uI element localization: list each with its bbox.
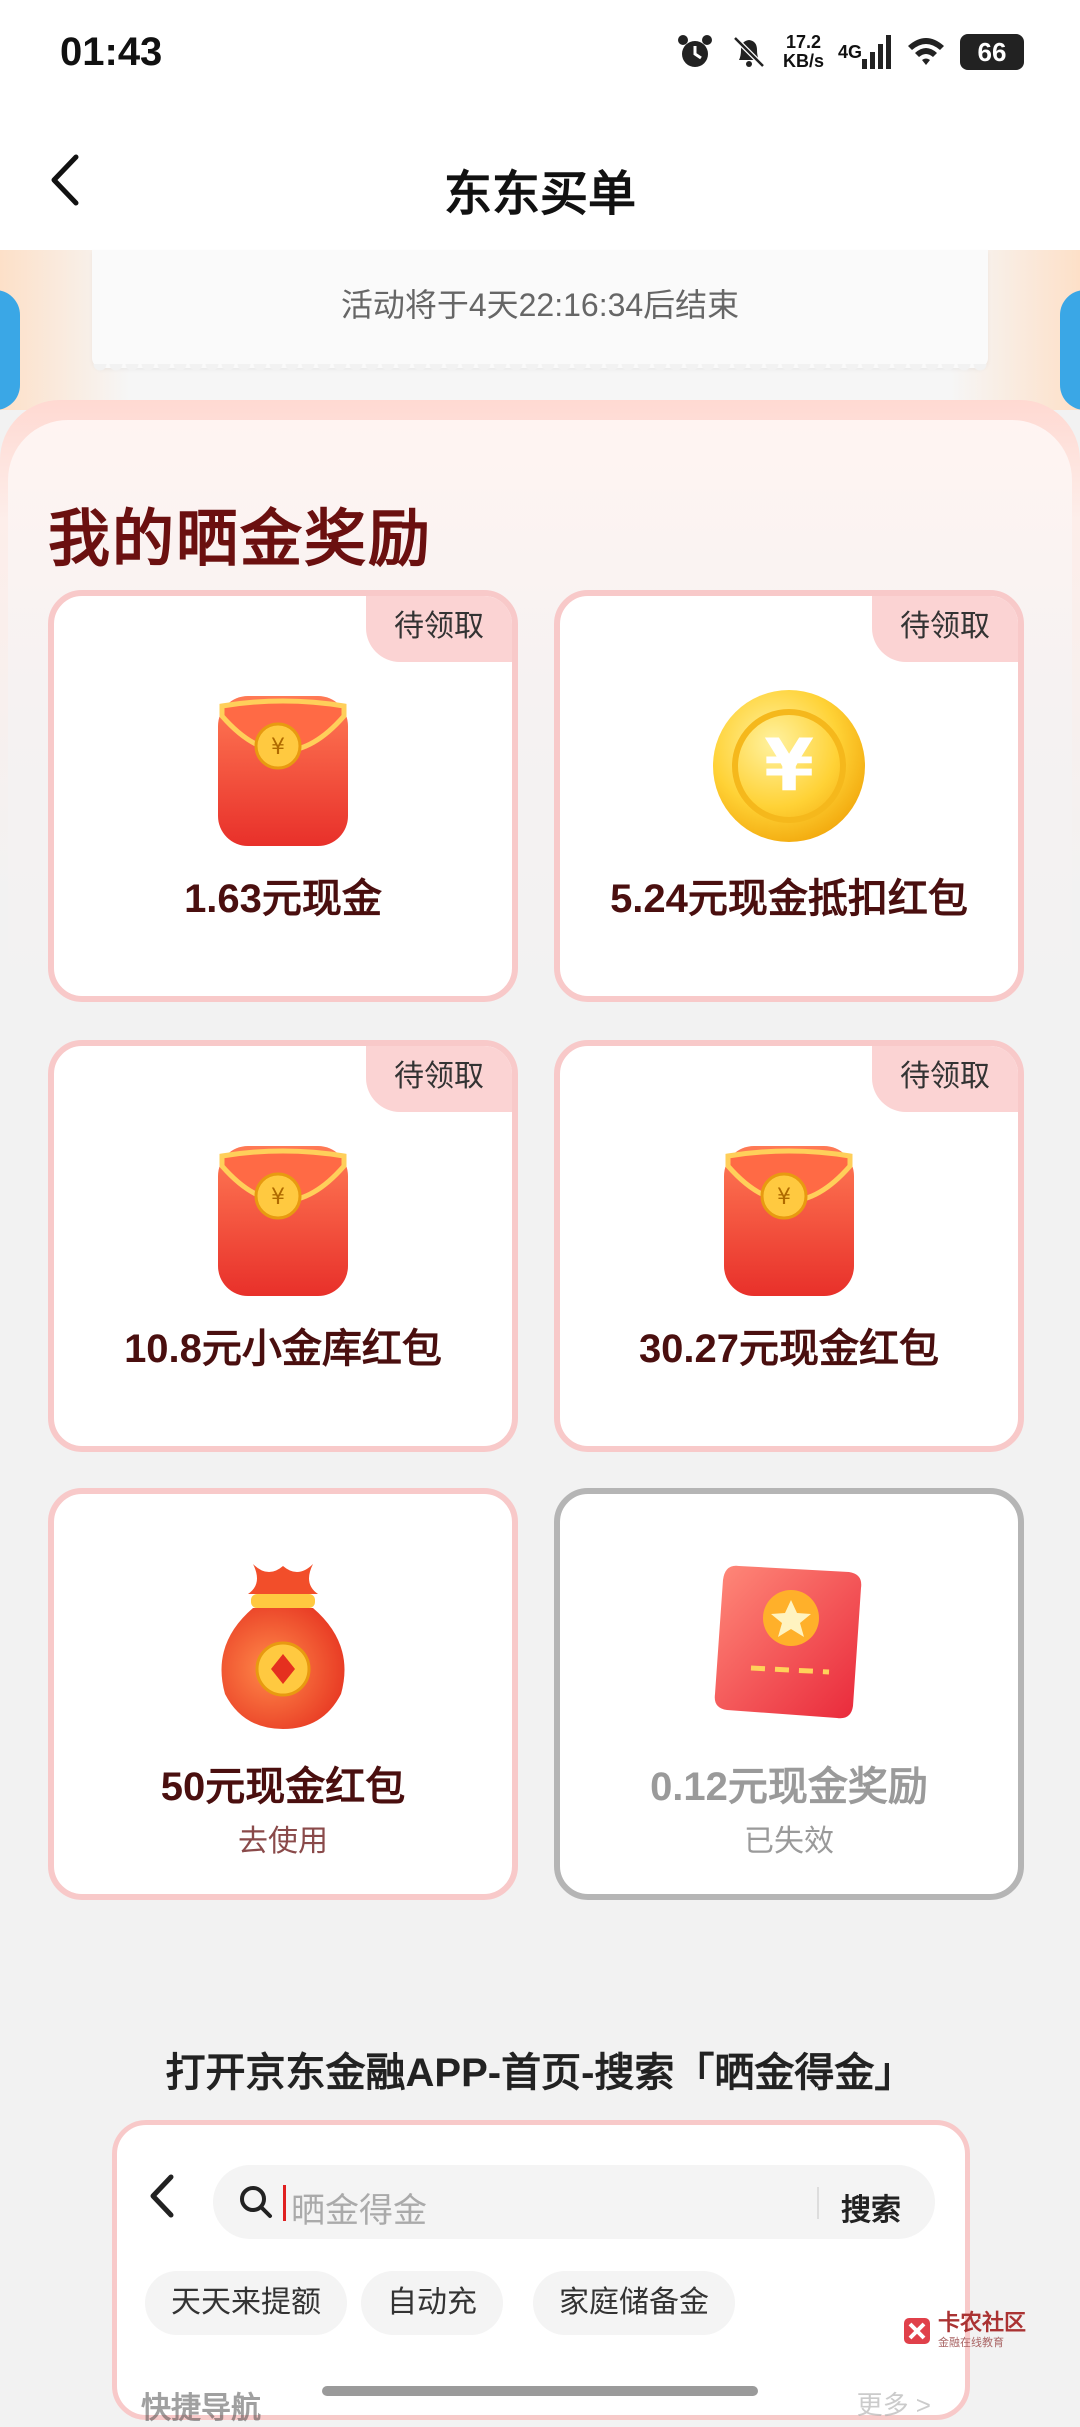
search-chip[interactable]: 家庭储备金 — [533, 2271, 735, 2335]
text-caret — [283, 2185, 286, 2221]
coupon-star-icon — [714, 1565, 862, 1719]
alarm-icon — [677, 35, 712, 67]
reward-card[interactable]: 待领取 ¥ 30.27元现金红包 — [554, 1040, 1024, 1452]
reward-label: 1.63元现金 — [184, 877, 382, 921]
watermark-text: 卡农社区 — [938, 2310, 1027, 2335]
search-placeholder: 晒金得金 — [291, 2192, 427, 2230]
mute-bell-icon — [733, 36, 765, 68]
reward-card-expired: 0.12元现金奖励 已失效 — [554, 1488, 1024, 1900]
app-search-preview: 晒金得金 搜索 天天来提额 自动充 家庭储备金 快捷导航 更多 > — [112, 2120, 970, 2425]
reward-label: 5.24元现金抵扣红包 — [610, 877, 968, 921]
guide-instruction: 打开京东金融APP-首页-搜索「晒金得金」 — [165, 2051, 915, 2095]
signal-bars-icon — [862, 35, 891, 69]
quick-nav-heading: 快捷导航 — [141, 2392, 261, 2425]
status-tag: 待领取 — [872, 596, 1018, 662]
balloon-decoration-left — [0, 290, 20, 410]
watermark: 卡农社区 金融在线教育 — [902, 2312, 1026, 2350]
red-envelope-icon: ¥ — [724, 1146, 854, 1296]
status-tag: 待领取 — [366, 1046, 512, 1112]
chevron-left-icon — [150, 2174, 174, 2218]
svg-text:¥: ¥ — [764, 723, 814, 807]
search-icon — [240, 2186, 272, 2218]
status-tag: 待领取 — [872, 1046, 1018, 1112]
search-input[interactable]: 晒金得金 搜索 — [213, 2165, 935, 2239]
red-envelope-icon: ¥ — [218, 696, 348, 846]
svg-text:¥: ¥ — [271, 1185, 285, 1210]
reward-card[interactable]: 待领取 ¥ 10.8元小金库红包 — [48, 1040, 518, 1452]
status-tag: 待领取 — [366, 596, 512, 662]
reward-card[interactable]: 待领取 ¥ 1.63元现金 — [48, 590, 518, 1002]
red-envelope-icon: ¥ — [218, 1146, 348, 1296]
search-chip[interactable]: 自动充 — [361, 2271, 503, 2335]
battery-indicator: 66 — [960, 34, 1024, 70]
reward-label: 0.12元现金奖励 — [650, 1765, 928, 1809]
search-button[interactable]: 搜索 — [841, 2185, 901, 2229]
reward-card[interactable]: 50元现金红包 去使用 — [48, 1488, 518, 1900]
svg-text:¥: ¥ — [271, 735, 285, 760]
wifi-icon — [908, 38, 944, 65]
more-link[interactable]: 更多 > — [857, 2385, 931, 2422]
reward-label: 30.27元现金红包 — [638, 1327, 940, 1371]
expired-status: 已失效 — [744, 1825, 834, 1858]
search-chip[interactable]: 天天来提额 — [145, 2271, 347, 2335]
page-title: 东东买单 — [443, 168, 636, 221]
lucky-bag-icon — [221, 1564, 345, 1729]
status-bar: 01:43 17.2 KB/s 4G 66 — [0, 0, 1080, 110]
reward-label: 50元现金红包 — [160, 1765, 406, 1809]
search-divider — [817, 2187, 819, 2219]
home-indicator[interactable] — [322, 2386, 758, 2396]
watermark-subtext: 金融在线教育 — [938, 2337, 1004, 2349]
rewards-title: 我的晒金奖励 — [48, 505, 433, 574]
status-icons: 17.2 KB/s 4G 66 — [675, 32, 1024, 72]
status-time: 01:43 — [60, 30, 163, 74]
countdown-text: 活动将于4天22:16:34后结束 — [340, 287, 740, 323]
svg-text:¥: ¥ — [777, 1185, 791, 1210]
use-now-link[interactable]: 去使用 — [54, 1816, 512, 1860]
reward-card[interactable]: 待领取 ¥ 5.24元现金抵扣红包 — [554, 590, 1024, 1002]
network-speed: 17.2 KB/s — [783, 33, 824, 71]
gold-coin-icon: ¥ — [713, 690, 865, 842]
cellular-signal: 4G — [838, 35, 892, 69]
network-speed-value: 17.2 — [785, 32, 821, 52]
watermark-logo-icon — [904, 2318, 930, 2344]
navigation-bar: 东东买单 — [0, 110, 1080, 250]
reward-label: 10.8元小金库红包 — [124, 1327, 442, 1371]
countdown-ticket: 活动将于4天22:16:34后结束 — [92, 250, 988, 376]
network-type: 4G — [837, 42, 862, 62]
balloon-decoration-right — [1060, 290, 1080, 410]
network-speed-unit: KB/s — [782, 51, 824, 71]
